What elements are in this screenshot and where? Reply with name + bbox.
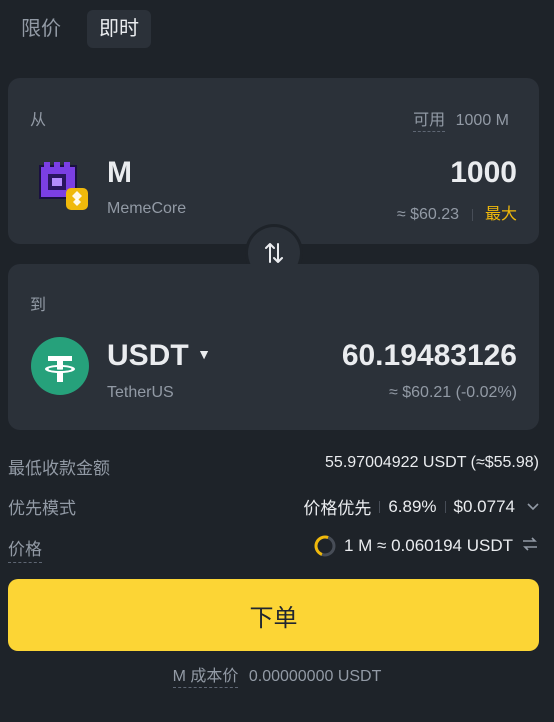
price-label: 价格 xyxy=(8,535,42,563)
to-name: TetherUS xyxy=(107,384,174,401)
min-receive-label: 最低收款金额 xyxy=(8,459,110,478)
priority-fee: $0.0774 xyxy=(453,496,515,516)
priority-pct: 6.89% xyxy=(388,496,437,516)
priority-mode: 价格优先 xyxy=(303,499,372,518)
available-label: 可用 xyxy=(413,112,446,132)
tab-instant[interactable]: 即时 xyxy=(87,10,151,48)
from-usd-value: ≈ $60.23 xyxy=(396,206,460,223)
price-value: 1 M ≈ 0.060194 USDT xyxy=(343,536,513,555)
refresh-countdown-icon xyxy=(314,535,336,557)
caret-down-icon: ▼ xyxy=(197,346,211,362)
from-symbol[interactable]: M xyxy=(107,156,132,190)
price-row: 价格 1 M ≈ 0.060194 USDT xyxy=(8,535,539,563)
from-label: 从 xyxy=(30,112,47,129)
to-amount: 60.19483126 xyxy=(341,339,517,372)
price-value-group: 1 M ≈ 0.060194 USDT xyxy=(314,535,539,557)
priority-value[interactable]: 价格优先 6.89% $0.0774 xyxy=(303,494,539,519)
from-name: MemeCore xyxy=(107,200,187,217)
invert-price-icon[interactable] xyxy=(521,536,539,557)
cost-label: M 成本价 xyxy=(172,668,239,688)
tab-limit[interactable]: 限价 xyxy=(9,10,73,48)
from-usd-row: ≈ $60.23 最大 xyxy=(397,200,517,224)
priority-row[interactable]: 优先模式 价格优先 6.89% $0.0774 xyxy=(8,494,539,518)
max-button[interactable]: 最大 xyxy=(485,206,517,223)
memecore-logo-icon[interactable] xyxy=(38,162,90,214)
available-value: 1000 M xyxy=(455,112,509,129)
from-card: 从 可用 1000 M M MemeCore 1000 ≈ $60.23 最大 xyxy=(8,78,539,244)
to-label: 到 xyxy=(30,297,47,314)
from-amount-input[interactable]: 1000 xyxy=(450,156,517,190)
tether-logo-icon[interactable] xyxy=(30,336,90,396)
priority-label: 优先模式 xyxy=(8,499,76,518)
chevron-down-icon xyxy=(527,500,539,514)
min-receive-row: 最低收款金额 55.97004922 USDT (≈$55.98) xyxy=(8,454,539,478)
to-coin-selector[interactable]: USDT ▼ xyxy=(107,339,211,373)
to-usd-value: ≈ $60.21 (-0.02%) xyxy=(389,384,517,401)
place-order-button[interactable]: 下单 xyxy=(8,579,539,651)
cost-basis-row: M 成本价 0.00000000 USDT xyxy=(0,662,554,688)
cost-value: 0.00000000 USDT xyxy=(248,668,382,685)
to-symbol: USDT xyxy=(107,339,189,372)
swap-arrows-icon xyxy=(265,243,283,263)
to-card: 到 USDT ▼ TetherUS 60.19483126 ≈ $60.21 (… xyxy=(8,264,539,430)
available-balance: 可用 1000 M xyxy=(413,106,509,132)
min-receive-value: 55.97004922 USDT (≈$55.98) xyxy=(325,454,539,471)
